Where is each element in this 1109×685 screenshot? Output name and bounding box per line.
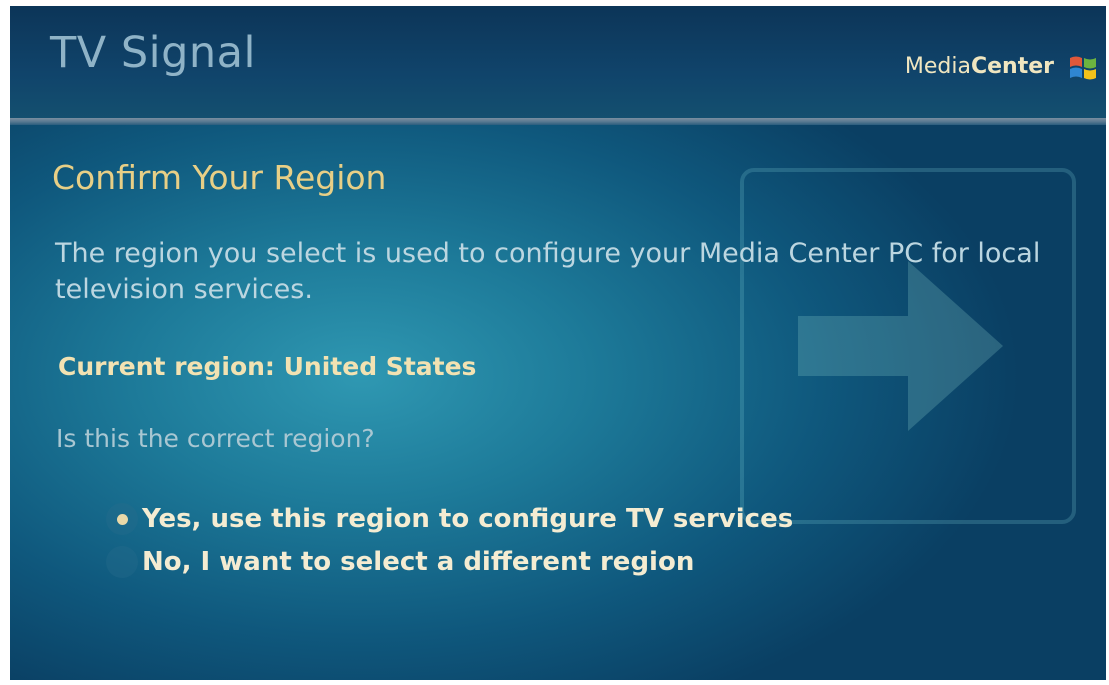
region-question: Is this the correct region? <box>56 424 375 453</box>
option-yes-label: Yes, use this region to configure TV ser… <box>142 504 794 534</box>
option-no-radio[interactable]: No, I want to select a different region <box>106 546 694 578</box>
current-region-text: Current region: United States <box>58 352 477 381</box>
section-heading: Confirm Your Region <box>52 158 387 197</box>
brand-regular-text: Media <box>904 54 971 79</box>
radio-selected-icon <box>106 503 138 535</box>
media-center-screen: TV Signal MediaCenter Confirm Your Regio… <box>10 6 1106 680</box>
option-yes-radio[interactable]: Yes, use this region to configure TV ser… <box>106 503 793 535</box>
media-center-brand: MediaCenter <box>905 54 1054 79</box>
header-divider <box>10 118 1106 125</box>
windows-flag-icon <box>1070 56 1096 80</box>
page-title: TV Signal <box>50 28 256 78</box>
arrow-right-icon <box>740 168 1076 524</box>
option-no-label: No, I want to select a different region <box>142 547 695 577</box>
radio-unselected-icon <box>106 546 138 578</box>
header-bar: TV Signal MediaCenter <box>10 6 1106 120</box>
brand-bold-text: Center <box>970 54 1054 79</box>
description-text: The region you select is used to configu… <box>55 238 1041 305</box>
